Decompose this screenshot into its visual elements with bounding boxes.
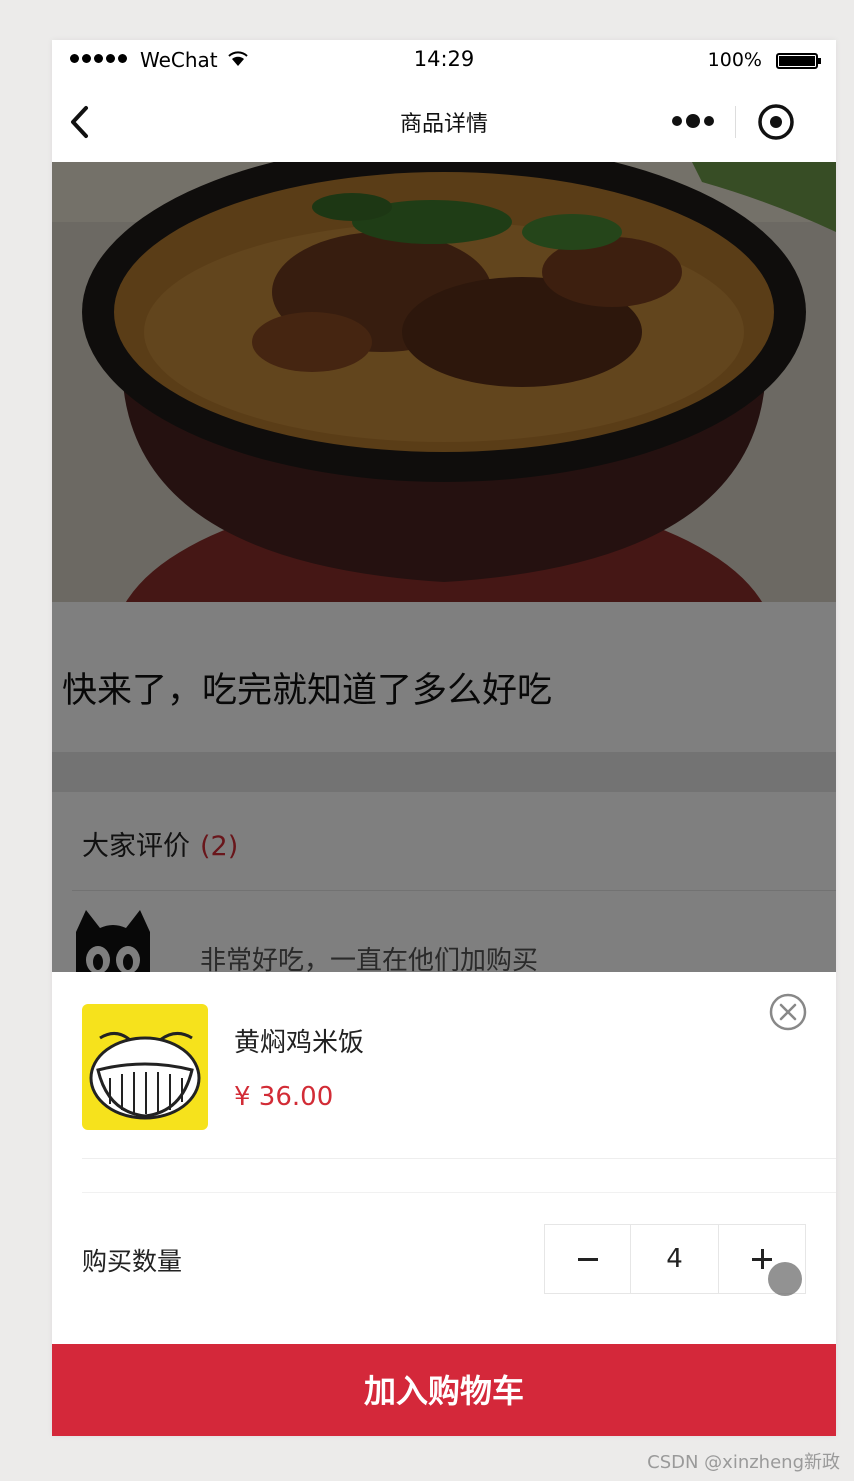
battery-icon	[776, 53, 821, 69]
capsule-divider	[735, 106, 736, 138]
status-bar: WeChat 14:29 100%	[52, 40, 836, 80]
modal-overlay[interactable]	[52, 162, 836, 972]
product-thumbnail	[82, 1004, 208, 1130]
plus-icon	[752, 1249, 772, 1269]
minus-icon	[578, 1258, 598, 1261]
more-dots-icon[interactable]	[670, 114, 716, 128]
add-to-cart-button[interactable]: 加入购物车	[52, 1344, 836, 1436]
quantity-stepper: 4	[544, 1224, 806, 1294]
close-circle-icon[interactable]	[768, 992, 808, 1032]
target-circle-icon[interactable]	[756, 102, 796, 142]
product-price: ¥ 36.00	[234, 1082, 334, 1112]
nav-bar: 商品详情	[52, 80, 836, 162]
quantity-label: 购买数量	[82, 1247, 183, 1276]
page-title: 商品详情	[399, 112, 488, 137]
decrease-button[interactable]	[545, 1225, 631, 1293]
product-name: 黄焖鸡米饭	[234, 1028, 365, 1058]
watermark: CSDN @xinzheng新政	[647, 1452, 840, 1473]
quantity-value[interactable]: 4	[631, 1225, 719, 1293]
divider	[82, 1192, 836, 1193]
battery-percentage: 100%	[707, 49, 762, 71]
touch-indicator	[768, 1262, 802, 1296]
divider	[82, 1158, 836, 1159]
phone-screen: WeChat 14:29 100% 商品详情 黄焖鸡米饭 ¥ 36.00 购买数…	[52, 40, 836, 1436]
